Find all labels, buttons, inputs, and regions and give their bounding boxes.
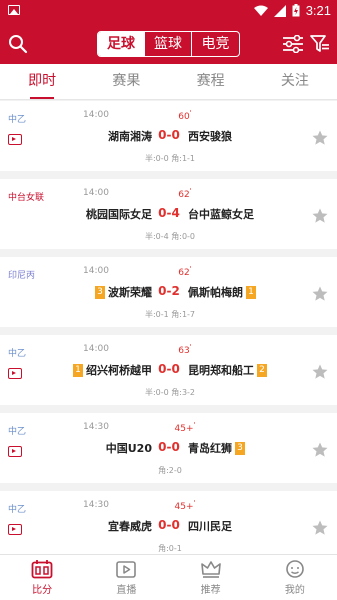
kickoff-time: 14:00 bbox=[83, 266, 109, 276]
app-header: 足球 篮球 电竞 bbox=[0, 22, 337, 64]
match-card[interactable]: 中乙 14:00 60' 湖南湘涛 0-0 西安骏狼 半:0-0 角:1-1 bbox=[0, 101, 337, 171]
star-icon[interactable] bbox=[312, 364, 328, 380]
nav-live-label: 直播 bbox=[116, 585, 137, 596]
match-minute: 45+' bbox=[174, 421, 196, 434]
star-icon[interactable] bbox=[312, 130, 328, 146]
away-rank-badge: 1 bbox=[246, 285, 256, 299]
nav-scores-label: 比分 bbox=[32, 585, 53, 596]
league-name: 印尼丙 bbox=[8, 271, 36, 281]
nav-scores[interactable]: 比分 bbox=[0, 555, 84, 600]
home-rank-badge: 3 bbox=[95, 285, 105, 299]
nav-profile[interactable]: 我的 bbox=[253, 555, 337, 600]
match-status-tabs: 即时 赛果 赛程 关注 bbox=[0, 64, 337, 100]
star-icon[interactable] bbox=[312, 208, 328, 224]
video-icon[interactable] bbox=[8, 446, 22, 457]
nav-live[interactable]: 直播 bbox=[84, 555, 168, 600]
match-minute: 60' bbox=[178, 109, 192, 122]
tab-results[interactable]: 赛果 bbox=[84, 64, 168, 99]
status-time: 3:21 bbox=[305, 3, 331, 18]
scoreboard-icon bbox=[31, 560, 53, 579]
league-name: 中乙 bbox=[8, 115, 27, 125]
match-list[interactable]: 中乙 14:00 60' 湖南湘涛 0-0 西安骏狼 半:0-0 角:1-1 中… bbox=[0, 101, 337, 554]
match-score: 0-4 bbox=[158, 206, 180, 220]
away-team: 台中蓝鲸女足 bbox=[188, 208, 254, 221]
kickoff-time: 14:30 bbox=[83, 422, 109, 432]
league-name: 中乙 bbox=[8, 349, 27, 359]
kickoff-time: 14:00 bbox=[83, 110, 109, 120]
tab-esports[interactable]: 电竞 bbox=[192, 32, 239, 56]
match-card[interactable]: 中台女联 14:00 62' 桃园国际女足 0-4 台中蓝鲸女足 半:0-4 角… bbox=[0, 179, 337, 249]
league-name: 中乙 bbox=[8, 505, 27, 515]
match-card[interactable]: 中乙 14:30 45+' 宜春威虎 0-0 四川民足 角:0-1 bbox=[0, 491, 337, 554]
match-minute: 45+' bbox=[174, 499, 196, 512]
match-extra-stats: 半:0-0 角:3-2 bbox=[144, 388, 196, 397]
nav-recommend-label: 推荐 bbox=[200, 585, 221, 596]
match-minute: 62' bbox=[178, 187, 192, 200]
match-extra-stats: 角:0-1 bbox=[158, 544, 182, 553]
away-team: 佩斯帕梅朗 1 bbox=[188, 284, 298, 300]
star-icon[interactable] bbox=[312, 286, 328, 302]
match-minute: 63' bbox=[178, 343, 192, 356]
match-extra-stats: 半:0-4 角:0-0 bbox=[144, 232, 196, 241]
nav-profile-label: 我的 bbox=[284, 585, 305, 596]
tab-basketball[interactable]: 篮球 bbox=[145, 32, 192, 56]
home-team: 湖南湘涛 bbox=[108, 130, 152, 143]
tab-football[interactable]: 足球 bbox=[98, 32, 145, 56]
home-team: 中国U20 bbox=[105, 442, 152, 455]
sport-tabs: 足球 篮球 电竞 bbox=[97, 31, 240, 57]
match-extra-stats: 角:2-0 bbox=[158, 466, 182, 475]
filter-icon[interactable] bbox=[310, 34, 330, 54]
nav-recommend[interactable]: 推荐 bbox=[169, 555, 253, 600]
league-name: 中台女联 bbox=[8, 193, 45, 203]
away-rank-badge: 2 bbox=[257, 363, 267, 377]
home-team: 3 波斯荣耀 bbox=[60, 284, 152, 300]
kickoff-time: 14:30 bbox=[83, 500, 109, 510]
match-score: 0-0 bbox=[158, 440, 180, 454]
tab-followed[interactable]: 关注 bbox=[253, 64, 337, 99]
search-icon[interactable] bbox=[8, 34, 28, 54]
match-score: 0-0 bbox=[158, 128, 180, 142]
match-minute: 62' bbox=[178, 265, 192, 278]
home-team: 宜春威虎 bbox=[108, 520, 152, 533]
wifi-icon bbox=[253, 5, 268, 16]
away-team: 青岛红狮 3 bbox=[188, 440, 298, 456]
tab-live[interactable]: 即时 bbox=[0, 64, 84, 99]
video-icon[interactable] bbox=[8, 134, 22, 145]
profile-face-icon bbox=[286, 560, 304, 578]
match-score: 0-0 bbox=[158, 362, 180, 376]
signal-icon bbox=[273, 4, 286, 17]
match-card[interactable]: 中乙 14:30 45+' 中国U20 0-0 青岛红狮 3 角:2-0 bbox=[0, 413, 337, 483]
home-rank-badge: 1 bbox=[73, 363, 83, 377]
video-icon[interactable] bbox=[8, 368, 22, 379]
bottom-navigation: 比分 直播 推荐 我的 bbox=[0, 554, 337, 600]
live-tv-icon bbox=[116, 561, 137, 578]
away-team: 西安骏狼 bbox=[188, 130, 232, 143]
match-card[interactable]: 印尼丙 14:00 62' 3 波斯荣耀 0-2 佩斯帕梅朗 1 半:0-1 角:1… bbox=[0, 257, 337, 327]
match-score: 0-2 bbox=[158, 284, 180, 298]
match-card[interactable]: 中乙 14:00 63' 1 绍兴柯桥越甲 0-0 昆明郑和船工 2 半:0-0 角… bbox=[0, 335, 337, 405]
away-team: 四川民足 bbox=[188, 520, 232, 533]
video-icon[interactable] bbox=[8, 524, 22, 535]
settings-sliders-icon[interactable] bbox=[282, 35, 304, 53]
status-bar: 3:21 bbox=[0, 0, 337, 22]
star-icon[interactable] bbox=[312, 520, 328, 536]
star-icon[interactable] bbox=[312, 442, 328, 458]
gallery-notification-icon bbox=[8, 5, 20, 15]
tab-schedule[interactable]: 赛程 bbox=[169, 64, 253, 99]
kickoff-time: 14:00 bbox=[83, 188, 109, 198]
home-team: 桃园国际女足 bbox=[86, 208, 152, 221]
match-extra-stats: 半:0-0 角:1-1 bbox=[144, 154, 196, 163]
battery-charging-icon bbox=[292, 4, 300, 17]
match-score: 0-0 bbox=[158, 518, 180, 532]
league-name: 中乙 bbox=[8, 427, 27, 437]
kickoff-time: 14:00 bbox=[83, 344, 109, 354]
away-team: 昆明郑和船工 2 bbox=[188, 362, 298, 378]
away-rank-badge: 3 bbox=[235, 441, 245, 455]
match-extra-stats: 半:0-1 角:1-7 bbox=[144, 310, 196, 319]
crown-icon bbox=[200, 561, 221, 578]
home-team: 1 绍兴柯桥越甲 bbox=[60, 362, 152, 378]
